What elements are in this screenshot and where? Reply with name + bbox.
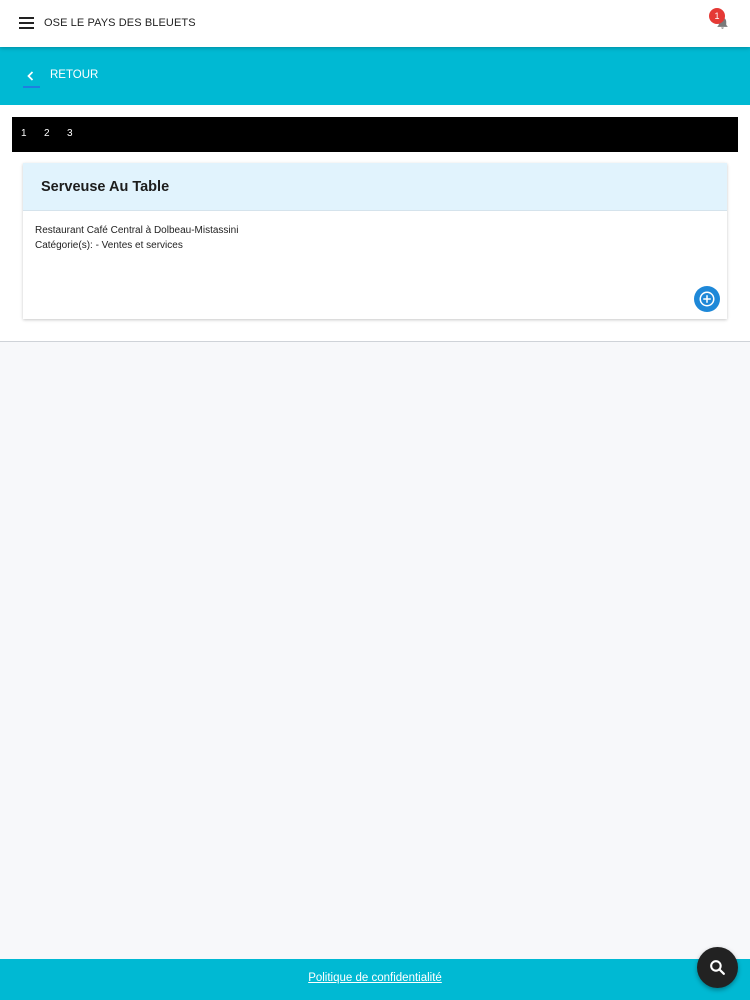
back-button[interactable]: RETOUR (22, 65, 112, 89)
add-job-button[interactable] (694, 286, 720, 312)
search-button[interactable] (697, 947, 738, 988)
page-link-1[interactable]: 1 (21, 128, 27, 139)
plus-circle-icon (699, 291, 715, 307)
menu-button[interactable] (19, 17, 34, 29)
pagination-bar: 1 2 3 (12, 117, 738, 152)
navigation-bar: RETOUR (0, 47, 750, 105)
notification-badge: 1 (709, 8, 725, 24)
page-link-2[interactable]: 2 (44, 128, 50, 139)
menu-icon-bar (19, 22, 34, 24)
menu-icon-bar (19, 17, 34, 19)
footer: Politique de confidentialité (0, 959, 750, 1000)
menu-icon-bar (19, 27, 34, 29)
app-title: OSE LE PAYS DES BLEUETS (44, 17, 196, 29)
job-card-header: Serveuse Au Table (23, 163, 727, 211)
job-categories: Catégorie(s): - Ventes et services (35, 240, 183, 251)
job-title: Serveuse Au Table (41, 179, 170, 195)
back-label: RETOUR (50, 69, 99, 81)
search-icon (710, 960, 725, 975)
job-card: Serveuse Au Table Restaurant Café Centra… (23, 163, 727, 319)
job-location: Restaurant Café Central à Dolbeau-Mistas… (35, 225, 239, 236)
privacy-policy-link[interactable]: Politique de confidentialité (0, 972, 750, 984)
page-link-3[interactable]: 3 (67, 128, 73, 139)
chevron-left-icon (27, 71, 34, 81)
back-focus-indicator (23, 86, 40, 88)
app-bar: OSE LE PAYS DES BLEUETS 1 (0, 0, 750, 47)
